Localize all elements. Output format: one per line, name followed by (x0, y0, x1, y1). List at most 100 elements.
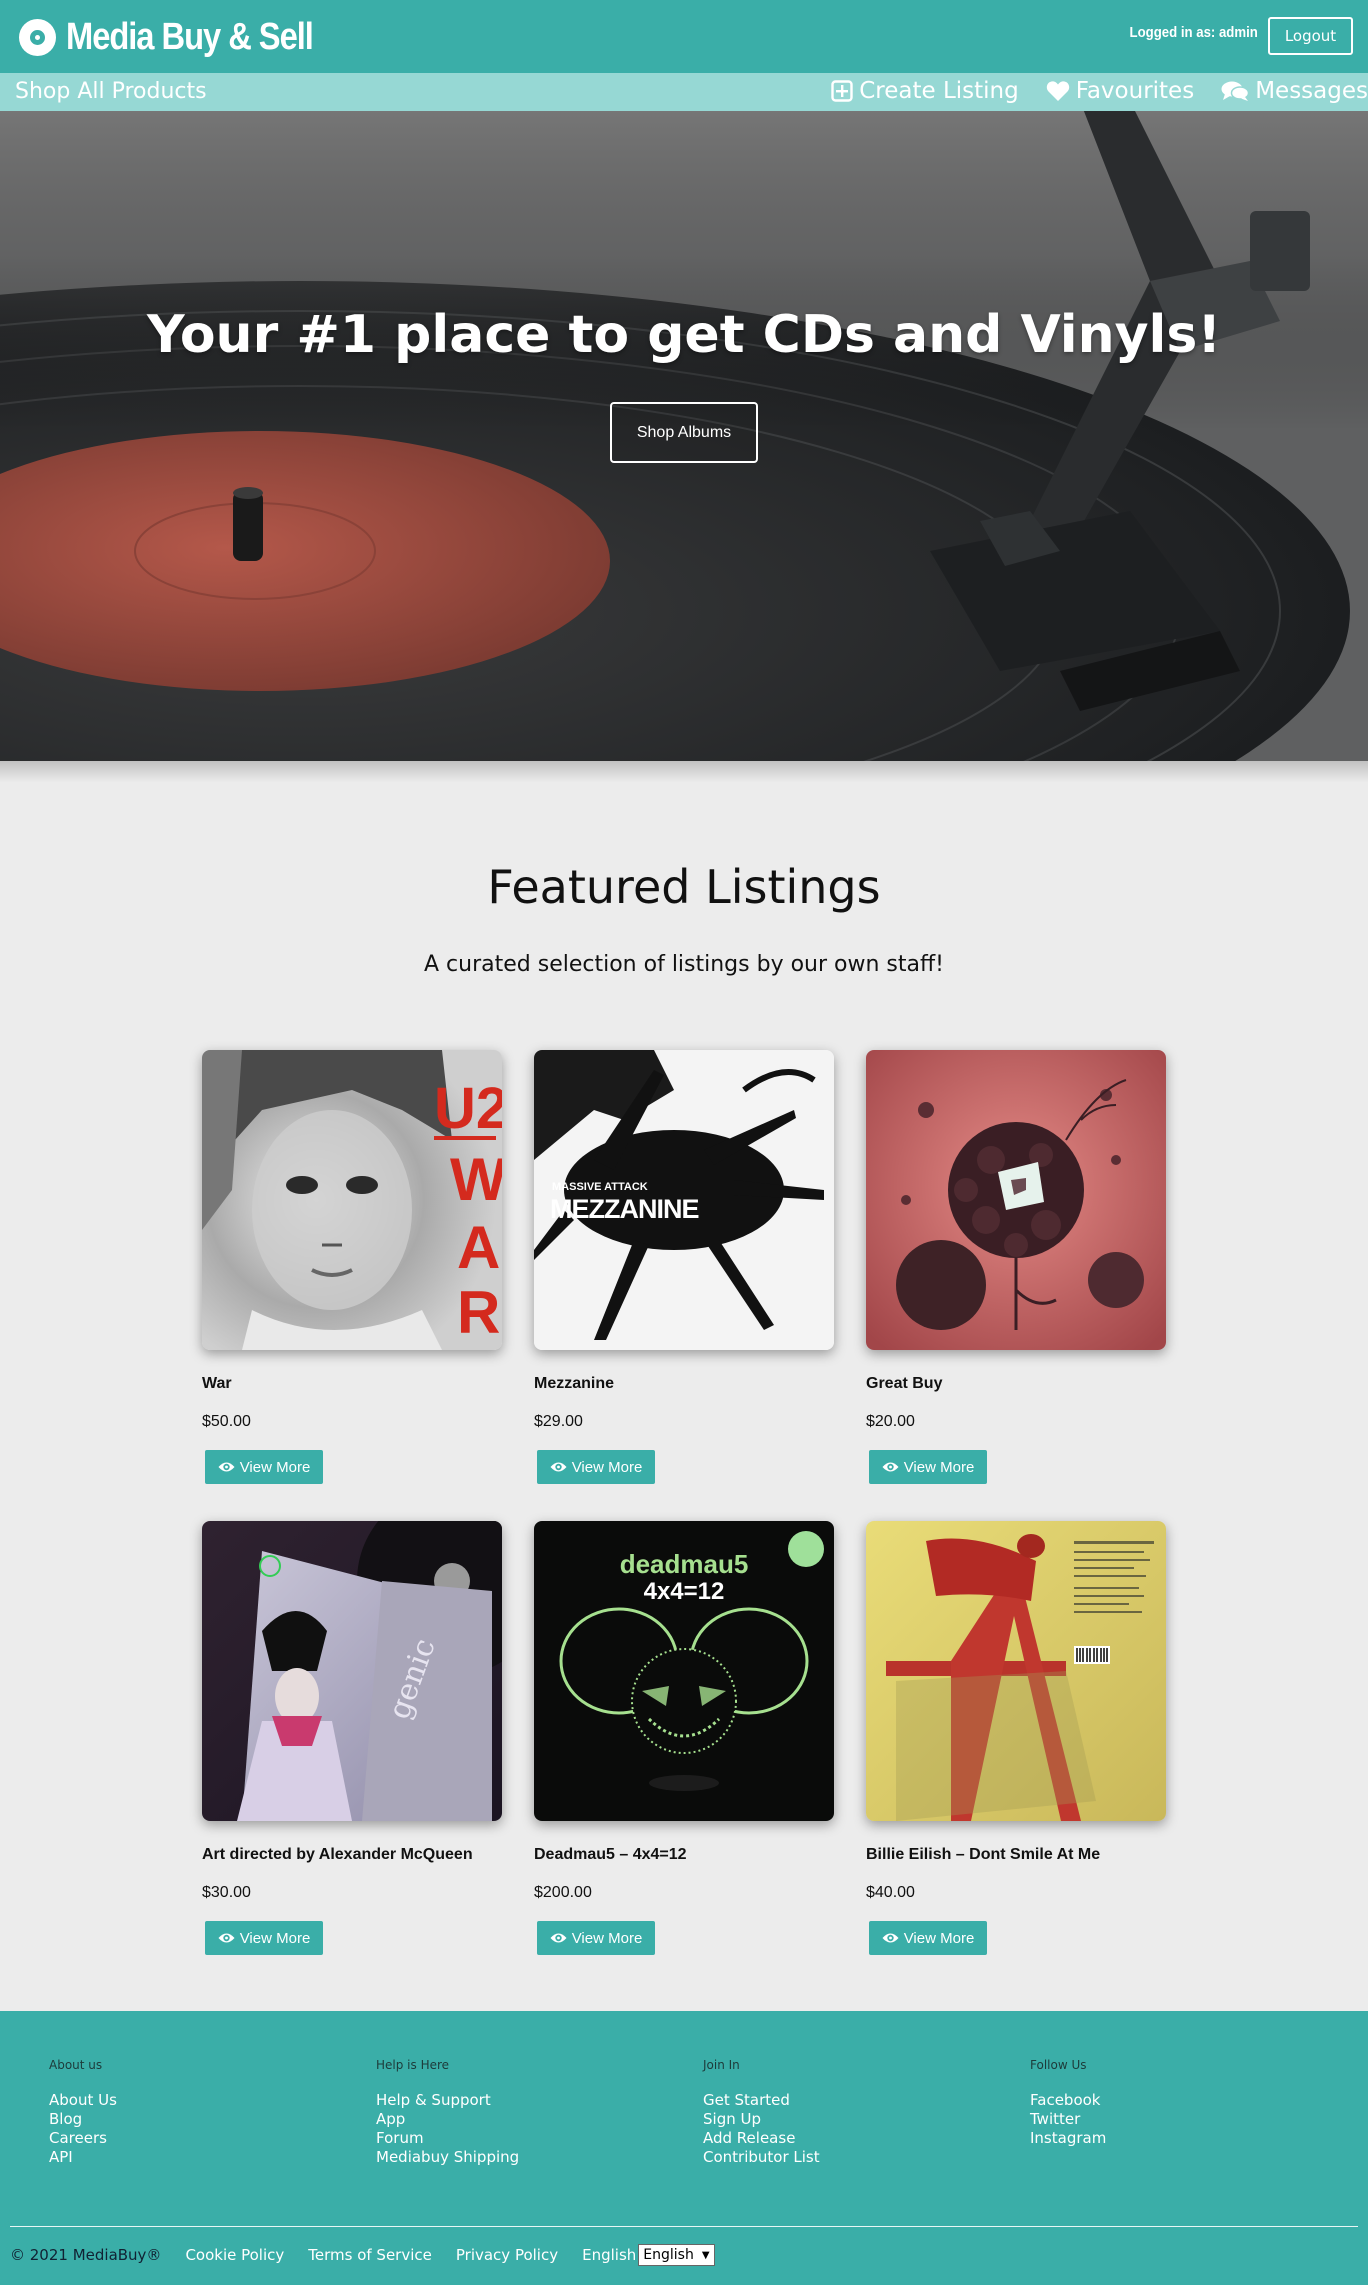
footer-link-about-us[interactable]: About Us (49, 2091, 117, 2110)
svg-text:MEZZANINE: MEZZANINE (550, 1194, 699, 1224)
view-more-button[interactable]: View More (205, 1921, 323, 1955)
messages-label: Messages (1255, 78, 1368, 104)
comments-icon (1221, 81, 1250, 101)
listing-title[interactable]: War (202, 1375, 232, 1393)
listing-title[interactable]: Art directed by Alexander McQueen (202, 1846, 473, 1864)
privacy-policy-link[interactable]: Privacy Policy (456, 2246, 558, 2264)
footer-heading: Help is Here (376, 2058, 450, 2072)
footer-heading: About us (49, 2058, 103, 2072)
eye-icon (218, 1462, 235, 1472)
record-logo-icon (19, 18, 56, 56)
eye-icon (218, 1933, 235, 1943)
footer-column-help: Help is Here Help & Support App Forum Me… (376, 2058, 519, 2167)
language-select-value: English (643, 2247, 694, 2263)
listing-card: Great Buy $20.00 View More (866, 1050, 1166, 1484)
listing-card: MASSIVE ATTACK MEZZANINE Mezzanine $29.0… (534, 1050, 834, 1484)
footer-link-help-support[interactable]: Help & Support (376, 2091, 519, 2110)
eye-icon (550, 1462, 567, 1472)
listing-card: U2 W A R War $50.00 View More (202, 1050, 502, 1484)
listing-price: $200.00 (534, 1884, 592, 1901)
album-cover-image[interactable] (866, 1050, 1166, 1350)
eye-icon (550, 1933, 567, 1943)
logout-button[interactable]: Logout (1268, 17, 1353, 55)
create-listing-link[interactable]: Create Listing (831, 78, 1019, 104)
featured-subtitle: A curated selection of listings by our o… (424, 952, 944, 977)
footer-divider (10, 2226, 1358, 2227)
messages-link[interactable]: Messages (1221, 78, 1368, 104)
listing-title[interactable]: Mezzanine (534, 1375, 614, 1393)
listing-card: Billie Eilish – Dont Smile At Me $40.00 … (866, 1521, 1166, 1955)
listing-title[interactable]: Great Buy (866, 1375, 942, 1393)
svg-text:U2: U2 (434, 1076, 502, 1141)
favourites-link[interactable]: Favourites (1046, 78, 1194, 104)
footer-bottom-bar: © 2021 MediaBuy® Cookie Policy Terms of … (10, 2244, 715, 2266)
listing-price: $30.00 (202, 1884, 251, 1901)
footer-column-about: About us About Us Blog Careers API (49, 2058, 117, 2167)
language-label: English (582, 2246, 637, 2264)
listing-title[interactable]: Deadmau5 – 4x4=12 (534, 1846, 687, 1864)
hero-shadow (0, 761, 1368, 783)
footer-link-contributor-list[interactable]: Contributor List (703, 2148, 820, 2167)
hero-title: Your #1 place to get CDs and Vinyls! (146, 305, 1222, 365)
album-cover-image[interactable]: genic (202, 1521, 502, 1821)
view-more-button[interactable]: View More (869, 1450, 987, 1484)
logged-in-status: Logged in as: admin (1129, 24, 1258, 41)
svg-text:R: R (457, 1279, 500, 1346)
album-cover-image[interactable]: U2 W A R (202, 1050, 502, 1350)
brand-name: Media Buy & Sell (66, 15, 314, 58)
listing-card: deadmau5 4x4=12 Deadmau5 – 4x4=12 $200.0… (534, 1521, 834, 1955)
footer-link-twitter[interactable]: Twitter (1030, 2110, 1106, 2129)
favourites-label: Favourites (1075, 78, 1195, 104)
shop-all-products-link[interactable]: Shop All Products (15, 79, 207, 104)
language-select[interactable]: English ▼ (638, 2244, 715, 2266)
footer-link-instagram[interactable]: Instagram (1030, 2129, 1106, 2148)
cookie-policy-link[interactable]: Cookie Policy (185, 2246, 284, 2264)
footer-column-join: Join In Get Started Sign Up Add Release … (703, 2058, 820, 2167)
view-more-button[interactable]: View More (869, 1921, 987, 1955)
album-cover-image[interactable]: MASSIVE ATTACK MEZZANINE (534, 1050, 834, 1350)
view-more-button[interactable]: View More (205, 1450, 323, 1484)
footer-link-sign-up[interactable]: Sign Up (703, 2110, 820, 2129)
brand-link[interactable]: Media Buy & Sell (19, 14, 353, 60)
footer-column-follow: Follow Us Facebook Twitter Instagram (1030, 2058, 1106, 2148)
footer-link-careers[interactable]: Careers (49, 2129, 117, 2148)
listing-price: $50.00 (202, 1413, 251, 1430)
site-footer: About us About Us Blog Careers API Help … (0, 2011, 1368, 2285)
footer-link-api[interactable]: API (49, 2148, 117, 2167)
featured-title: Featured Listings (487, 860, 881, 914)
svg-text:MASSIVE ATTACK: MASSIVE ATTACK (552, 1181, 648, 1193)
heart-icon (1046, 81, 1069, 101)
view-more-button[interactable]: View More (537, 1450, 655, 1484)
svg-text:W: W (450, 1146, 502, 1213)
album-cover-image[interactable]: deadmau5 4x4=12 (534, 1521, 834, 1821)
footer-link-get-started[interactable]: Get Started (703, 2091, 820, 2110)
top-navbar: Media Buy & Sell Logged in as: admin Log… (0, 0, 1368, 73)
footer-link-shipping[interactable]: Mediabuy Shipping (376, 2148, 519, 2167)
footer-heading: Join In (703, 2058, 740, 2072)
subnav-actions: Create Listing Favourites Messages (804, 78, 1368, 104)
eye-icon (882, 1933, 899, 1943)
eye-icon (882, 1462, 899, 1472)
svg-text:deadmau5: deadmau5 (620, 1549, 749, 1579)
footer-link-facebook[interactable]: Facebook (1030, 2091, 1106, 2110)
listing-title[interactable]: Billie Eilish – Dont Smile At Me (866, 1846, 1100, 1864)
svg-text:A: A (457, 1214, 500, 1281)
plus-square-icon (831, 80, 853, 102)
album-cover-image[interactable] (866, 1521, 1166, 1821)
svg-text:4x4=12: 4x4=12 (644, 1578, 725, 1605)
chevron-down-icon: ▼ (701, 2249, 710, 2261)
view-more-button[interactable]: View More (537, 1921, 655, 1955)
hero-banner: Your #1 place to get CDs and Vinyls! Sho… (0, 111, 1368, 761)
shop-albums-button[interactable]: Shop Albums (610, 402, 758, 463)
create-listing-label: Create Listing (859, 78, 1019, 104)
copyright-text: © 2021 MediaBuy® (10, 2246, 162, 2264)
listing-price: $40.00 (866, 1884, 915, 1901)
footer-link-app[interactable]: App (376, 2110, 519, 2129)
listing-price: $20.00 (866, 1413, 915, 1430)
footer-link-add-release[interactable]: Add Release (703, 2129, 820, 2148)
footer-heading: Follow Us (1030, 2058, 1087, 2072)
footer-link-blog[interactable]: Blog (49, 2110, 117, 2129)
secondary-navbar: Shop All Products Create Listing Favouri… (0, 73, 1368, 111)
footer-link-forum[interactable]: Forum (376, 2129, 519, 2148)
terms-of-service-link[interactable]: Terms of Service (308, 2246, 432, 2264)
